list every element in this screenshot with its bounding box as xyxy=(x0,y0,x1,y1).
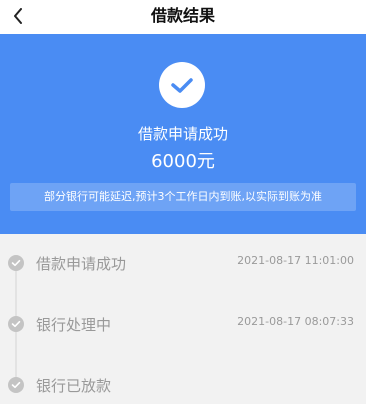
check-icon xyxy=(171,78,193,93)
status-text: 借款申请成功 xyxy=(137,125,228,143)
step-time: 2021-08-17 11:01:00 xyxy=(237,254,354,267)
page-title: 借款结果 xyxy=(150,6,215,25)
arrival-notice: 部分银行可能延迟,预计3个工作日内到账,以实际到账为准 xyxy=(10,183,356,211)
step-label: 银行已放款 xyxy=(36,377,112,395)
step-label: 借款申请成功 xyxy=(36,255,127,273)
step-check-icon xyxy=(8,316,24,332)
result-header: 借款申请成功 6000元 部分银行可能延迟,预计3个工作日内到账,以实际到账为准 xyxy=(0,34,366,234)
timeline-step-processing: 银行处理中 2021-08-17 08:07:33 xyxy=(0,309,366,339)
navigation-bar: 借款结果 xyxy=(0,0,366,34)
success-badge xyxy=(159,62,205,108)
loan-amount: 6000元 xyxy=(151,151,215,172)
progress-timeline: 借款申请成功 2021-08-17 11:01:00 银行处理中 2021-08… xyxy=(0,234,366,404)
step-time: 2021-08-17 08:07:33 xyxy=(237,315,354,328)
step-check-icon xyxy=(8,255,24,271)
step-label: 银行处理中 xyxy=(36,316,112,334)
timeline-step-disbursed: 银行已放款 xyxy=(0,370,366,400)
timeline-step-applied: 借款申请成功 2021-08-17 11:01:00 xyxy=(0,248,366,278)
step-check-icon xyxy=(8,377,24,393)
